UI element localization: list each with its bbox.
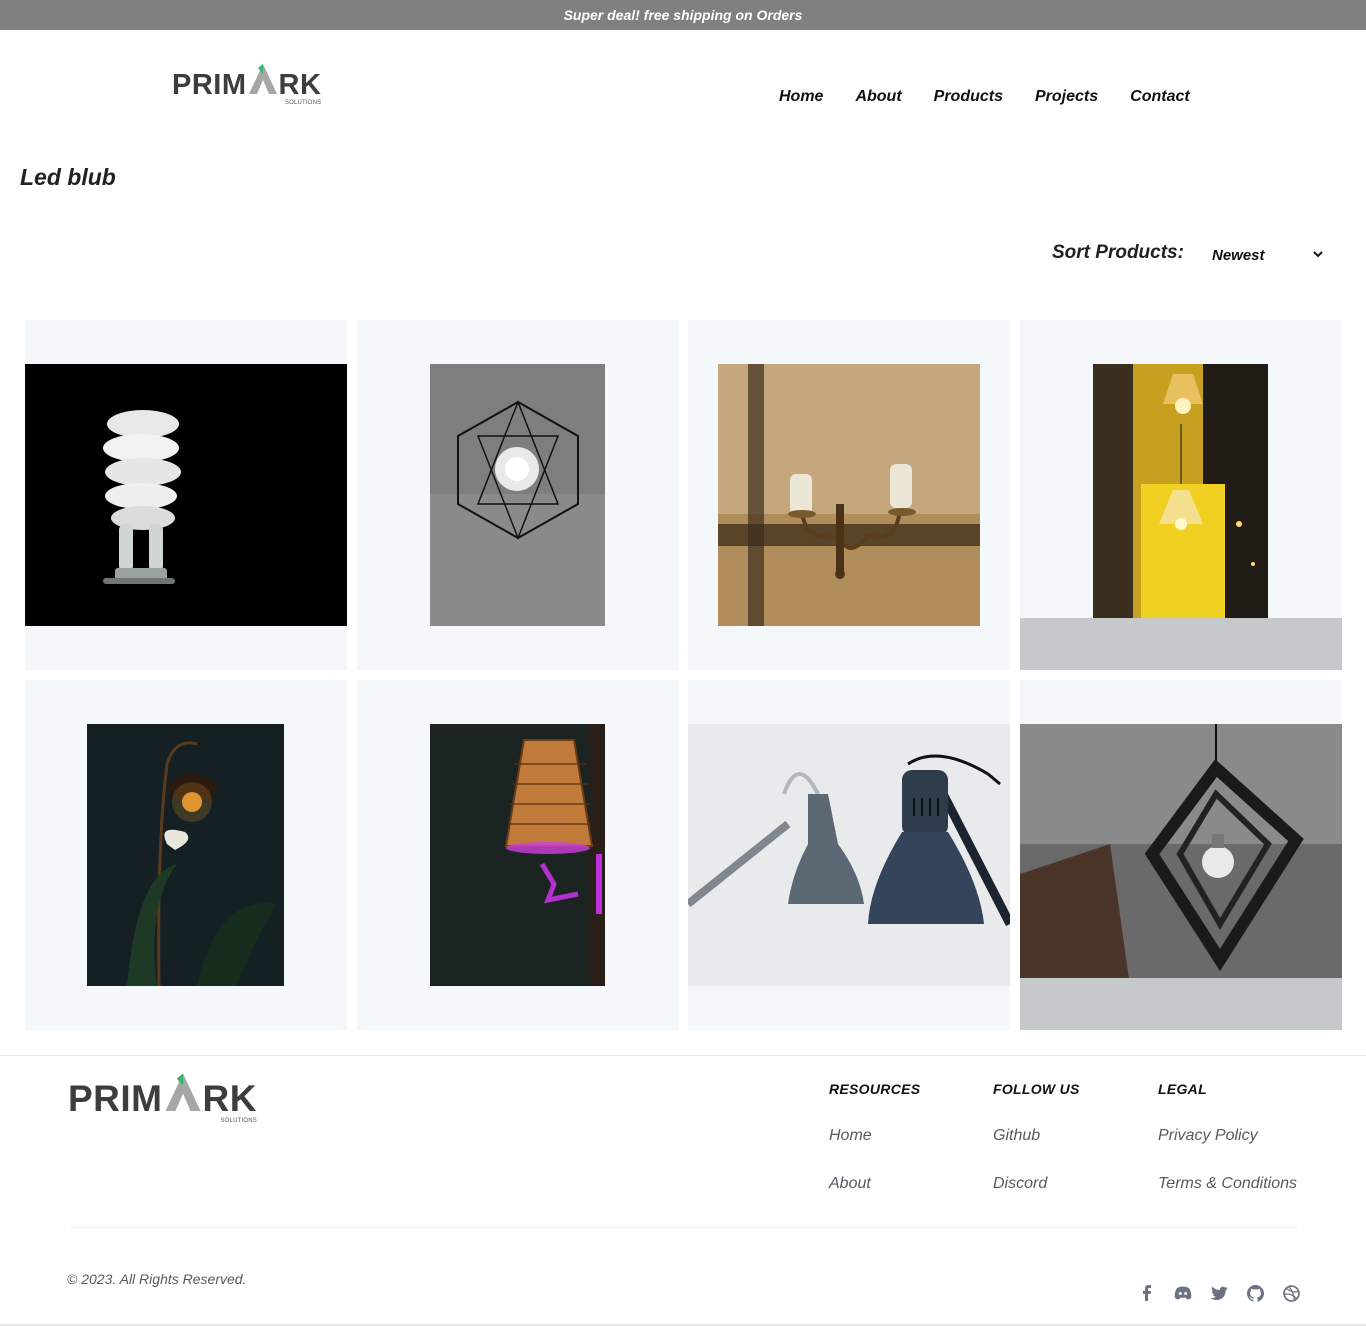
logo-a-mark	[163, 1071, 203, 1120]
product-image[interactable]	[688, 724, 1010, 986]
footer-column-legal: LEGAL Privacy Policy Terms & Conditions	[1158, 1080, 1297, 1192]
product-image[interactable]	[430, 364, 605, 626]
footer-link-discord[interactable]: Discord	[993, 1174, 1047, 1194]
product-card[interactable]	[1020, 320, 1342, 670]
dribbble-icon[interactable]	[1282, 1284, 1300, 1302]
nav-home[interactable]: Home	[779, 87, 823, 107]
logo-text-right: RK	[278, 69, 322, 101]
nav-contact[interactable]: Contact	[1130, 87, 1190, 107]
product-card[interactable]	[1020, 680, 1342, 1030]
footer-brand-logo[interactable]: PRIM RK SOLUTIONS	[68, 1073, 257, 1124]
chevron-down-icon	[1312, 248, 1324, 263]
logo-subtitle: SOLUTIONS	[220, 1118, 257, 1124]
main-nav: Home About Products Projects Contact	[779, 87, 1190, 107]
sort-select[interactable]: Newest	[1212, 244, 1324, 266]
social-links	[1138, 1284, 1300, 1302]
nav-about[interactable]: About	[855, 87, 901, 107]
product-image[interactable]	[87, 724, 284, 986]
footer-column-resources: RESOURCES Home About	[829, 1080, 921, 1192]
facebook-icon[interactable]	[1138, 1284, 1156, 1302]
footer-divider	[70, 1227, 1298, 1228]
product-card[interactable]	[688, 680, 1010, 1030]
github-icon[interactable]	[1246, 1284, 1264, 1302]
nav-projects[interactable]: Projects	[1035, 87, 1098, 107]
promo-text: Super deal! free shipping on Orders	[563, 7, 803, 23]
product-image[interactable]	[1020, 724, 1342, 986]
product-image[interactable]	[1093, 364, 1268, 626]
logo-text-left: PRIM	[172, 69, 247, 101]
copyright-text: © 2023. All Rights Reserved.	[67, 1271, 247, 1287]
logo-text-left: PRIM	[68, 1078, 163, 1119]
product-card[interactable]	[25, 680, 347, 1030]
footer-column-follow: FOLLOW US Github Discord	[993, 1080, 1080, 1192]
footer-link-about[interactable]: About	[829, 1174, 871, 1194]
footer-link-privacy[interactable]: Privacy Policy	[1158, 1126, 1258, 1146]
footer-heading: LEGAL	[1158, 1081, 1207, 1097]
logo-a-mark	[247, 62, 279, 102]
logo-text-right: RK	[202, 1078, 257, 1119]
nav-products[interactable]: Products	[934, 87, 1003, 107]
product-card[interactable]	[357, 320, 679, 670]
card-overlay	[1020, 978, 1342, 1030]
footer-link-terms[interactable]: Terms & Conditions	[1158, 1174, 1297, 1194]
promo-banner: Super deal! free shipping on Orders	[0, 0, 1366, 30]
product-image[interactable]	[25, 364, 347, 626]
product-card[interactable]	[688, 320, 1010, 670]
product-card[interactable]	[25, 320, 347, 670]
sort-label: Sort Products:	[1052, 242, 1184, 263]
card-overlay	[1020, 618, 1342, 670]
footer-top-divider	[0, 1055, 1366, 1056]
discord-icon[interactable]	[1174, 1284, 1192, 1302]
footer-heading: FOLLOW US	[993, 1081, 1080, 1097]
brand-logo[interactable]: PRIM RK SOLUTIONS	[172, 64, 322, 106]
logo-subtitle: SOLUTIONS	[284, 100, 322, 106]
product-image[interactable]	[718, 364, 980, 626]
product-image[interactable]	[430, 724, 605, 986]
footer-link-home[interactable]: Home	[829, 1126, 872, 1146]
twitter-icon[interactable]	[1210, 1284, 1228, 1302]
footer-heading: RESOURCES	[829, 1081, 921, 1097]
sort-selected-value: Newest	[1212, 246, 1265, 264]
product-card[interactable]	[357, 680, 679, 1030]
page-title: Led blub	[20, 164, 116, 190]
footer-link-github[interactable]: Github	[993, 1126, 1040, 1146]
